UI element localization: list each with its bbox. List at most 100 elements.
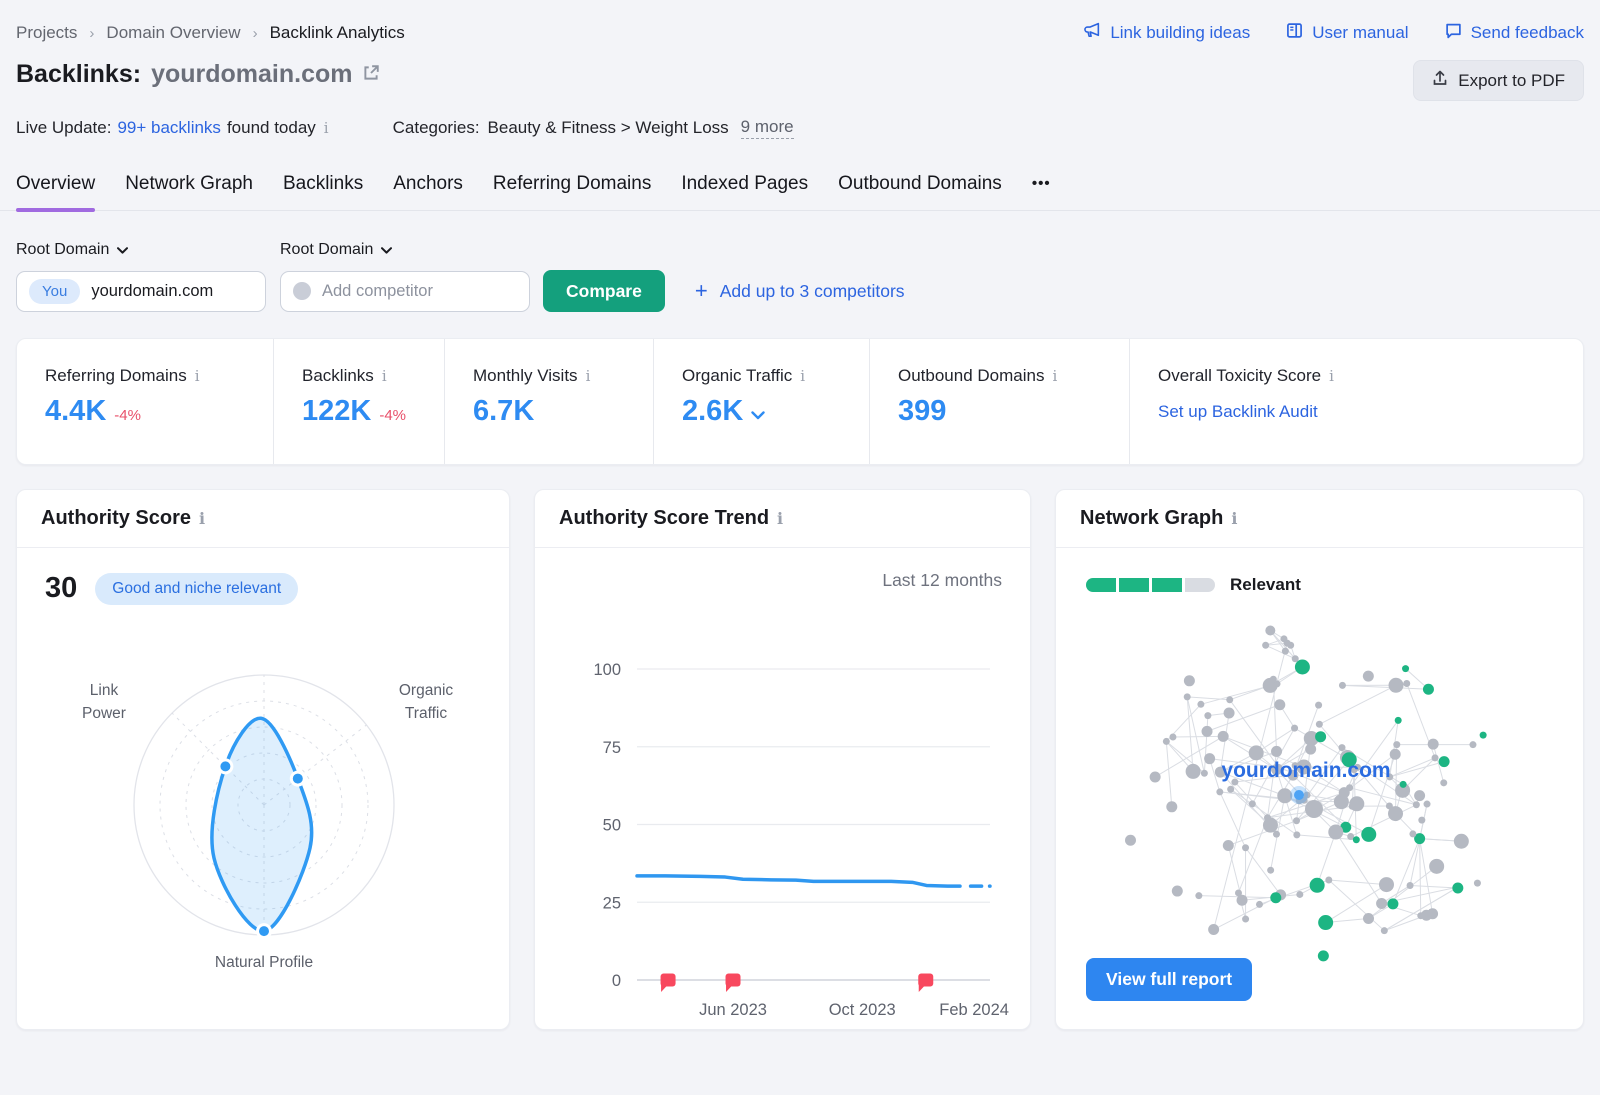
authority-score-radar-chart: LinkPowerOrganicTrafficNatural Profile bbox=[17, 615, 511, 987]
chevron-down-icon bbox=[117, 241, 128, 259]
info-icon[interactable]: i bbox=[199, 509, 205, 528]
tab-network-graph[interactable]: Network Graph bbox=[125, 173, 253, 210]
compare-button[interactable]: Compare bbox=[543, 270, 665, 312]
backlink-analytics-page: Projects › Domain Overview › Backlink An… bbox=[0, 0, 1600, 1095]
chevron-down-icon[interactable] bbox=[751, 395, 765, 428]
info-icon[interactable]: i bbox=[800, 367, 805, 385]
set-up-backlink-audit-link[interactable]: Set up Backlink Audit bbox=[1158, 402, 1583, 422]
metric-value: 6.7K bbox=[473, 395, 534, 428]
page-title: Backlinks: yourdomain.com bbox=[16, 60, 380, 89]
tab-outbound-domains[interactable]: Outbound Domains bbox=[838, 173, 1002, 210]
competitor-color-dot bbox=[293, 282, 311, 300]
authority-score-badge: Good and niche relevant bbox=[95, 573, 298, 605]
title-domain: yourdomain.com bbox=[151, 60, 352, 89]
card-title: Authority Score Trend bbox=[559, 507, 769, 530]
root-domain-dropdown-you[interactable]: Root Domain bbox=[16, 241, 280, 259]
authority-score-trend-chart: 0255075100Jun 2023Oct 2023Feb 2024 bbox=[535, 591, 1032, 1029]
tab-indexed-pages[interactable]: Indexed Pages bbox=[681, 173, 808, 210]
svg-text:Traffic: Traffic bbox=[405, 705, 447, 722]
trend-period-label: Last 12 months bbox=[535, 548, 1030, 591]
live-update-info-icon[interactable]: i bbox=[324, 119, 329, 137]
breadcrumb-backlink-analytics: Backlink Analytics bbox=[270, 23, 405, 43]
svg-text:0: 0 bbox=[612, 972, 621, 990]
live-update-suffix: found today bbox=[227, 118, 316, 138]
tab-anchors[interactable]: Anchors bbox=[393, 173, 463, 210]
metric-toxicity-score: Overall Toxicity Score i Set up Backlink … bbox=[1129, 339, 1583, 464]
info-icon[interactable]: i bbox=[777, 509, 783, 528]
breadcrumb-separator-icon: › bbox=[89, 25, 94, 42]
tab-referring-domains[interactable]: Referring Domains bbox=[493, 173, 651, 210]
metric-delta: -4% bbox=[379, 407, 406, 424]
metric-label: Monthly Visits bbox=[473, 366, 578, 386]
summary-metrics-bar: Referring Domainsi 4.4K-4% Backlinksi 12… bbox=[16, 338, 1584, 465]
svg-text:100: 100 bbox=[593, 661, 621, 679]
backlinks-found-link[interactable]: 99+ backlinks bbox=[117, 118, 220, 138]
send-feedback-link[interactable]: Send feedback bbox=[1445, 22, 1584, 44]
svg-text:Power: Power bbox=[82, 705, 126, 722]
metric-value: 4.4K bbox=[45, 395, 106, 428]
link-building-ideas-link[interactable]: Link building ideas bbox=[1084, 22, 1250, 44]
export-to-pdf-button[interactable]: Export to PDF bbox=[1413, 60, 1584, 101]
info-icon[interactable]: i bbox=[1329, 367, 1334, 385]
your-domain-input[interactable]: You yourdomain.com bbox=[16, 271, 266, 312]
categories-value: Beauty & Fitness > Weight Loss bbox=[488, 118, 729, 138]
svg-text:Organic: Organic bbox=[399, 682, 454, 699]
metric-referring-domains: Referring Domainsi 4.4K-4% bbox=[17, 339, 273, 464]
metric-monthly-visits: Monthly Visits i 6.7K bbox=[444, 339, 653, 464]
trend-header: Authority Score Trend i bbox=[535, 490, 1030, 548]
authority-score-value: 30 bbox=[45, 572, 77, 605]
metric-value: 122K bbox=[302, 395, 371, 428]
plus-icon: + bbox=[695, 278, 708, 304]
link-building-ideas-label: Link building ideas bbox=[1110, 23, 1250, 43]
tab-backlinks[interactable]: Backlinks bbox=[283, 173, 363, 210]
metric-label: Referring Domains bbox=[45, 366, 187, 386]
metric-value: 2.6K bbox=[682, 395, 743, 428]
tab-bar: Overview Network Graph Backlinks Anchors… bbox=[0, 173, 1600, 211]
external-link-icon[interactable] bbox=[362, 60, 380, 89]
network-graph-header: Network Graphi bbox=[1056, 490, 1583, 548]
metric-backlinks: Backlinksi 122K-4% bbox=[273, 339, 444, 464]
tab-overview[interactable]: Overview bbox=[16, 173, 95, 210]
breadcrumb-projects[interactable]: Projects bbox=[16, 23, 77, 43]
info-icon[interactable]: i bbox=[1231, 509, 1237, 528]
subheader-row: Live Update: 99+ backlinks found today i… bbox=[0, 117, 1600, 139]
root-domain-dropdown-competitor[interactable]: Root Domain bbox=[280, 241, 544, 259]
send-feedback-label: Send feedback bbox=[1471, 23, 1584, 43]
authority-score-card: Authority Score i 30 Good and niche relev… bbox=[16, 489, 510, 1030]
topbar-links: Link building ideas User manual Send fee… bbox=[1084, 22, 1584, 44]
user-manual-link[interactable]: User manual bbox=[1286, 22, 1408, 44]
info-icon[interactable]: i bbox=[586, 367, 591, 385]
more-categories-link[interactable]: 9 more bbox=[741, 117, 794, 139]
relevance-label: Relevant bbox=[1230, 575, 1301, 595]
chevron-down-icon bbox=[381, 241, 392, 259]
info-icon[interactable]: i bbox=[195, 367, 200, 385]
your-domain-value: yourdomain.com bbox=[91, 282, 213, 301]
more-tabs-icon[interactable]: ••• bbox=[1032, 175, 1051, 210]
add-competitors-link[interactable]: + Add up to 3 competitors bbox=[695, 278, 905, 304]
metric-label: Outbound Domains bbox=[898, 366, 1044, 386]
svg-text:Feb 2024: Feb 2024 bbox=[939, 1001, 1009, 1019]
breadcrumb: Projects › Domain Overview › Backlink An… bbox=[16, 23, 405, 43]
info-icon[interactable]: i bbox=[1052, 367, 1057, 385]
authority-score-header: Authority Score i bbox=[17, 490, 509, 548]
title-row: Backlinks: yourdomain.com Export to PDF bbox=[0, 60, 1600, 101]
breadcrumb-domain-overview[interactable]: Domain Overview bbox=[106, 23, 240, 43]
metric-label: Overall Toxicity Score bbox=[1158, 366, 1321, 386]
competitor-text-field[interactable] bbox=[322, 282, 492, 301]
upload-icon bbox=[1432, 70, 1448, 91]
view-full-report-button[interactable]: View full report bbox=[1086, 958, 1252, 1001]
svg-text:yourdomain.com: yourdomain.com bbox=[1221, 759, 1390, 782]
card-title: Authority Score bbox=[41, 507, 191, 530]
feedback-bubble-icon bbox=[1445, 22, 1462, 44]
info-icon[interactable]: i bbox=[382, 367, 387, 385]
svg-text:Jun 2023: Jun 2023 bbox=[699, 1001, 767, 1019]
scope-selectors: Root Domain Root Domain bbox=[0, 241, 1600, 259]
network-graph-visualization: yourdomain.com bbox=[1056, 605, 1585, 987]
breadcrumb-separator-icon: › bbox=[253, 25, 258, 42]
svg-text:25: 25 bbox=[603, 894, 621, 912]
add-competitor-input[interactable] bbox=[280, 271, 530, 312]
topbar: Projects › Domain Overview › Backlink An… bbox=[0, 0, 1600, 44]
metric-label: Organic Traffic bbox=[682, 366, 792, 386]
book-icon bbox=[1286, 22, 1303, 44]
metric-value: 399 bbox=[898, 395, 946, 428]
